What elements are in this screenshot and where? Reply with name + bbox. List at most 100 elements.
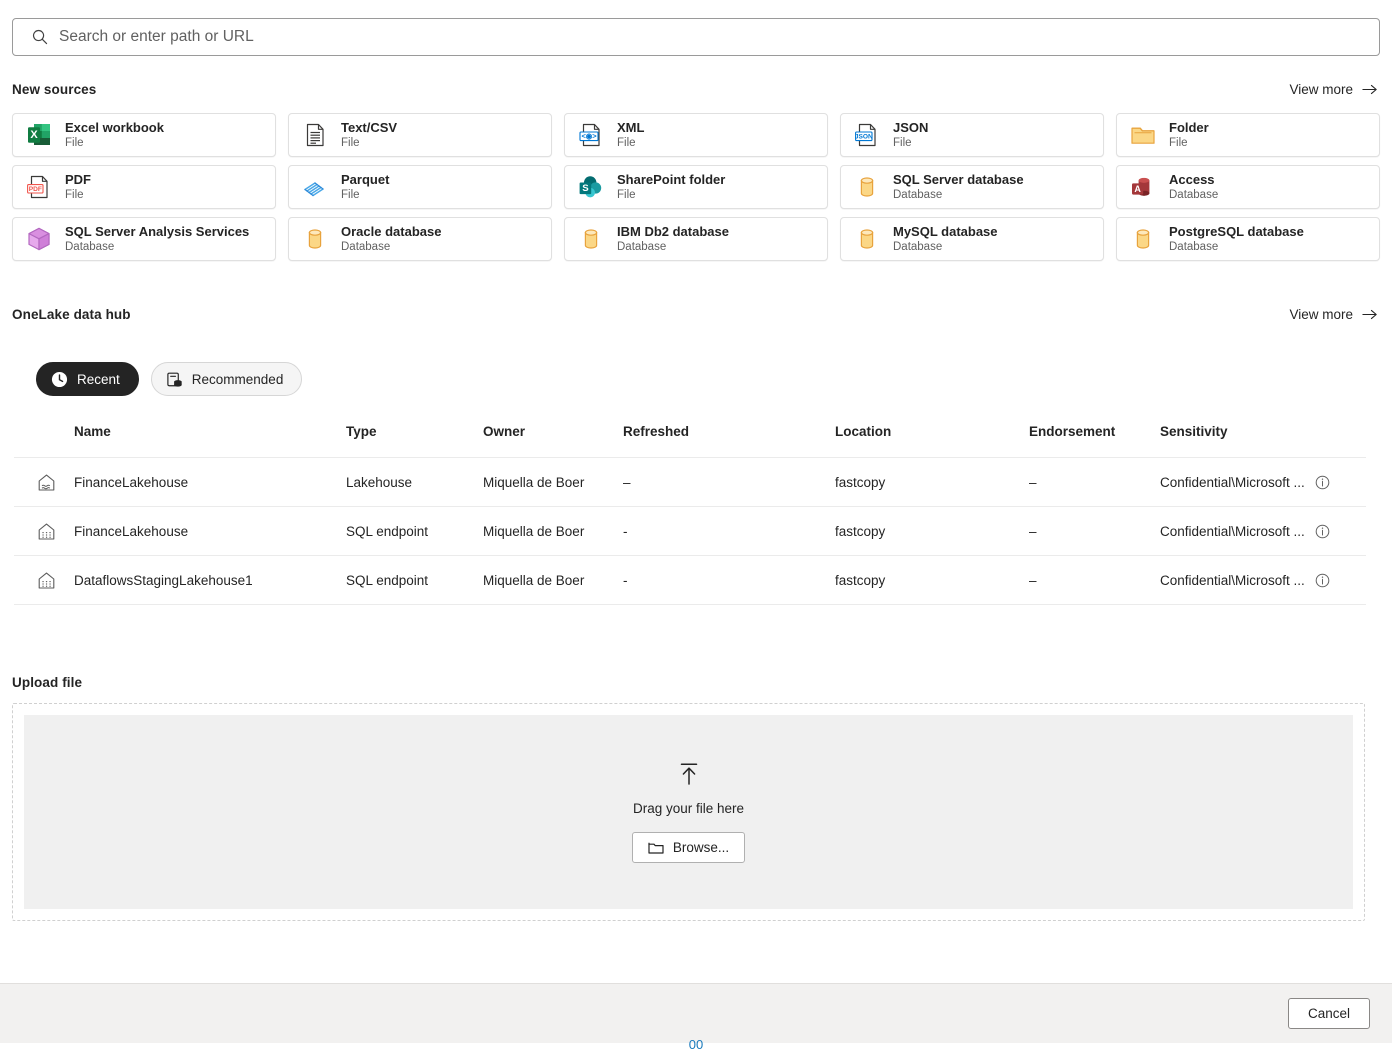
onelake-items-table: Name Type Owner Refreshed Location Endor… [14,424,1366,605]
lakehouse-icon [36,472,57,493]
table-header: Name Type Owner Refreshed Location Endor… [14,424,1366,458]
xml-icon: <◉> [577,121,605,149]
new-sources-title: New sources [12,82,96,97]
svg-text:JSON: JSON [855,134,873,141]
upload-arrow-icon [676,761,702,787]
upload-file-title: Upload file [12,675,82,690]
cell-owner: Miquella de Boer [483,458,623,507]
source-card-subtitle: File [893,136,928,150]
column-header-sensitivity[interactable]: Sensitivity [1160,424,1366,458]
table-row[interactable]: FinanceLakehouse Lakehouse Miquella de B… [14,458,1366,507]
source-card-title: PDF [65,172,91,188]
source-card-subtitle: Database [65,240,249,254]
row-icon-cell [14,507,74,556]
browse-button[interactable]: Browse... [632,832,745,863]
arrow-right-icon [1362,308,1378,321]
search-input[interactable] [59,28,1369,46]
source-card-subtitle: Database [1169,188,1218,202]
source-card[interactable]: PostgreSQL database Database [1116,217,1380,261]
cell-name[interactable]: DataflowsStagingLakehouse1 [74,556,346,605]
source-card[interactable]: <◉> XML File [564,113,828,157]
column-header-refreshed[interactable]: Refreshed [623,424,835,458]
upload-drag-text: Drag your file here [633,801,744,816]
svg-text:<◉>: <◉> [581,132,597,141]
source-card[interactable]: MySQL database Database [840,217,1104,261]
cell-type: Lakehouse [346,458,483,507]
info-icon[interactable] [1315,475,1330,490]
sensitivity-wrapper: Confidential\Microsoft ... [1160,524,1366,539]
column-header-owner[interactable]: Owner [483,424,623,458]
column-header-endorsement[interactable]: Endorsement [1029,424,1160,458]
source-card[interactable]: PDF PDF File [12,165,276,209]
source-card-text: SQL Server Analysis Services Database [65,224,249,254]
json-icon: JSON [853,121,881,149]
source-card-title: SQL Server Analysis Services [65,224,249,240]
table-row[interactable]: FinanceLakehouse SQL endpoint Miquella d… [14,507,1366,556]
source-card-subtitle: File [65,136,164,150]
source-card-subtitle: File [65,188,91,202]
source-card-title: MySQL database [893,224,998,240]
source-card[interactable]: SQL Server Analysis Services Database [12,217,276,261]
source-card[interactable]: S SharePoint folder File [564,165,828,209]
source-card-text: Parquet File [341,172,389,202]
source-card-title: Parquet [341,172,389,188]
table-header-row: Name Type Owner Refreshed Location Endor… [14,424,1366,458]
source-card-title: Excel workbook [65,120,164,136]
cell-owner: Miquella de Boer [483,507,623,556]
view-more-label: View more [1289,82,1353,97]
source-card[interactable]: IBM Db2 database Database [564,217,828,261]
sensitivity-wrapper: Confidential\Microsoft ... [1160,475,1366,490]
cell-endorsement: – [1029,507,1160,556]
cancel-button[interactable]: Cancel [1288,998,1370,1029]
source-card-text: Access Database [1169,172,1218,202]
column-header-location[interactable]: Location [835,424,1029,458]
cell-sensitivity: Confidential\Microsoft ... [1160,556,1366,605]
svg-text:S: S [582,183,589,194]
textcsv-icon [301,121,329,149]
cell-owner: Miquella de Boer [483,556,623,605]
source-card-subtitle: File [617,188,725,202]
sensitivity-label: Confidential\Microsoft ... [1160,573,1305,588]
cell-location: fastcopy [835,556,1029,605]
source-card[interactable]: Folder File [1116,113,1380,157]
source-card-text: IBM Db2 database Database [617,224,729,254]
table-body: FinanceLakehouse Lakehouse Miquella de B… [14,458,1366,605]
upload-dropzone[interactable]: Drag your file here Browse... [12,703,1365,921]
row-icon-cell [14,556,74,605]
info-icon[interactable] [1315,524,1330,539]
column-header-name[interactable]: Name [74,424,346,458]
cell-name[interactable]: FinanceLakehouse [74,507,346,556]
source-card-text: XML File [617,120,644,150]
source-card[interactable]: X Excel workbook File [12,113,276,157]
source-card-text: SQL Server database Database [893,172,1024,202]
source-card[interactable]: Parquet File [288,165,552,209]
source-card[interactable]: Text/CSV File [288,113,552,157]
table-row[interactable]: DataflowsStagingLakehouse1 SQL endpoint … [14,556,1366,605]
tab-recent[interactable]: Recent [36,362,139,396]
source-card[interactable]: A Access Database [1116,165,1380,209]
source-card-subtitle: Database [893,240,998,254]
svg-text:X: X [30,129,38,141]
source-card[interactable]: JSON JSON File [840,113,1104,157]
column-header-type[interactable]: Type [346,424,483,458]
ssas-cube-icon [25,225,53,253]
upload-dropzone-inner[interactable]: Drag your file here Browse... [24,715,1353,909]
source-card[interactable]: Oracle database Database [288,217,552,261]
new-sources-view-more-button[interactable]: View more [1287,80,1380,99]
source-card-subtitle: File [341,188,389,202]
source-card-subtitle: Database [341,240,441,254]
source-card-subtitle: File [341,136,397,150]
cell-name[interactable]: FinanceLakehouse [74,458,346,507]
source-card-text: Oracle database Database [341,224,441,254]
info-icon[interactable] [1315,573,1330,588]
search-bar[interactable] [12,18,1380,56]
source-card[interactable]: SQL Server database Database [840,165,1104,209]
svg-text:PDF: PDF [29,186,42,193]
database-icon [577,225,605,253]
onelake-view-more-button[interactable]: View more [1287,305,1380,324]
new-sources-header: New sources View more [12,80,1380,99]
sql-endpoint-icon [36,570,57,591]
database-icon [1129,225,1157,253]
tab-recommended[interactable]: Recommended [151,362,303,396]
onelake-filter-tabs: Recent Recommended [36,362,302,396]
